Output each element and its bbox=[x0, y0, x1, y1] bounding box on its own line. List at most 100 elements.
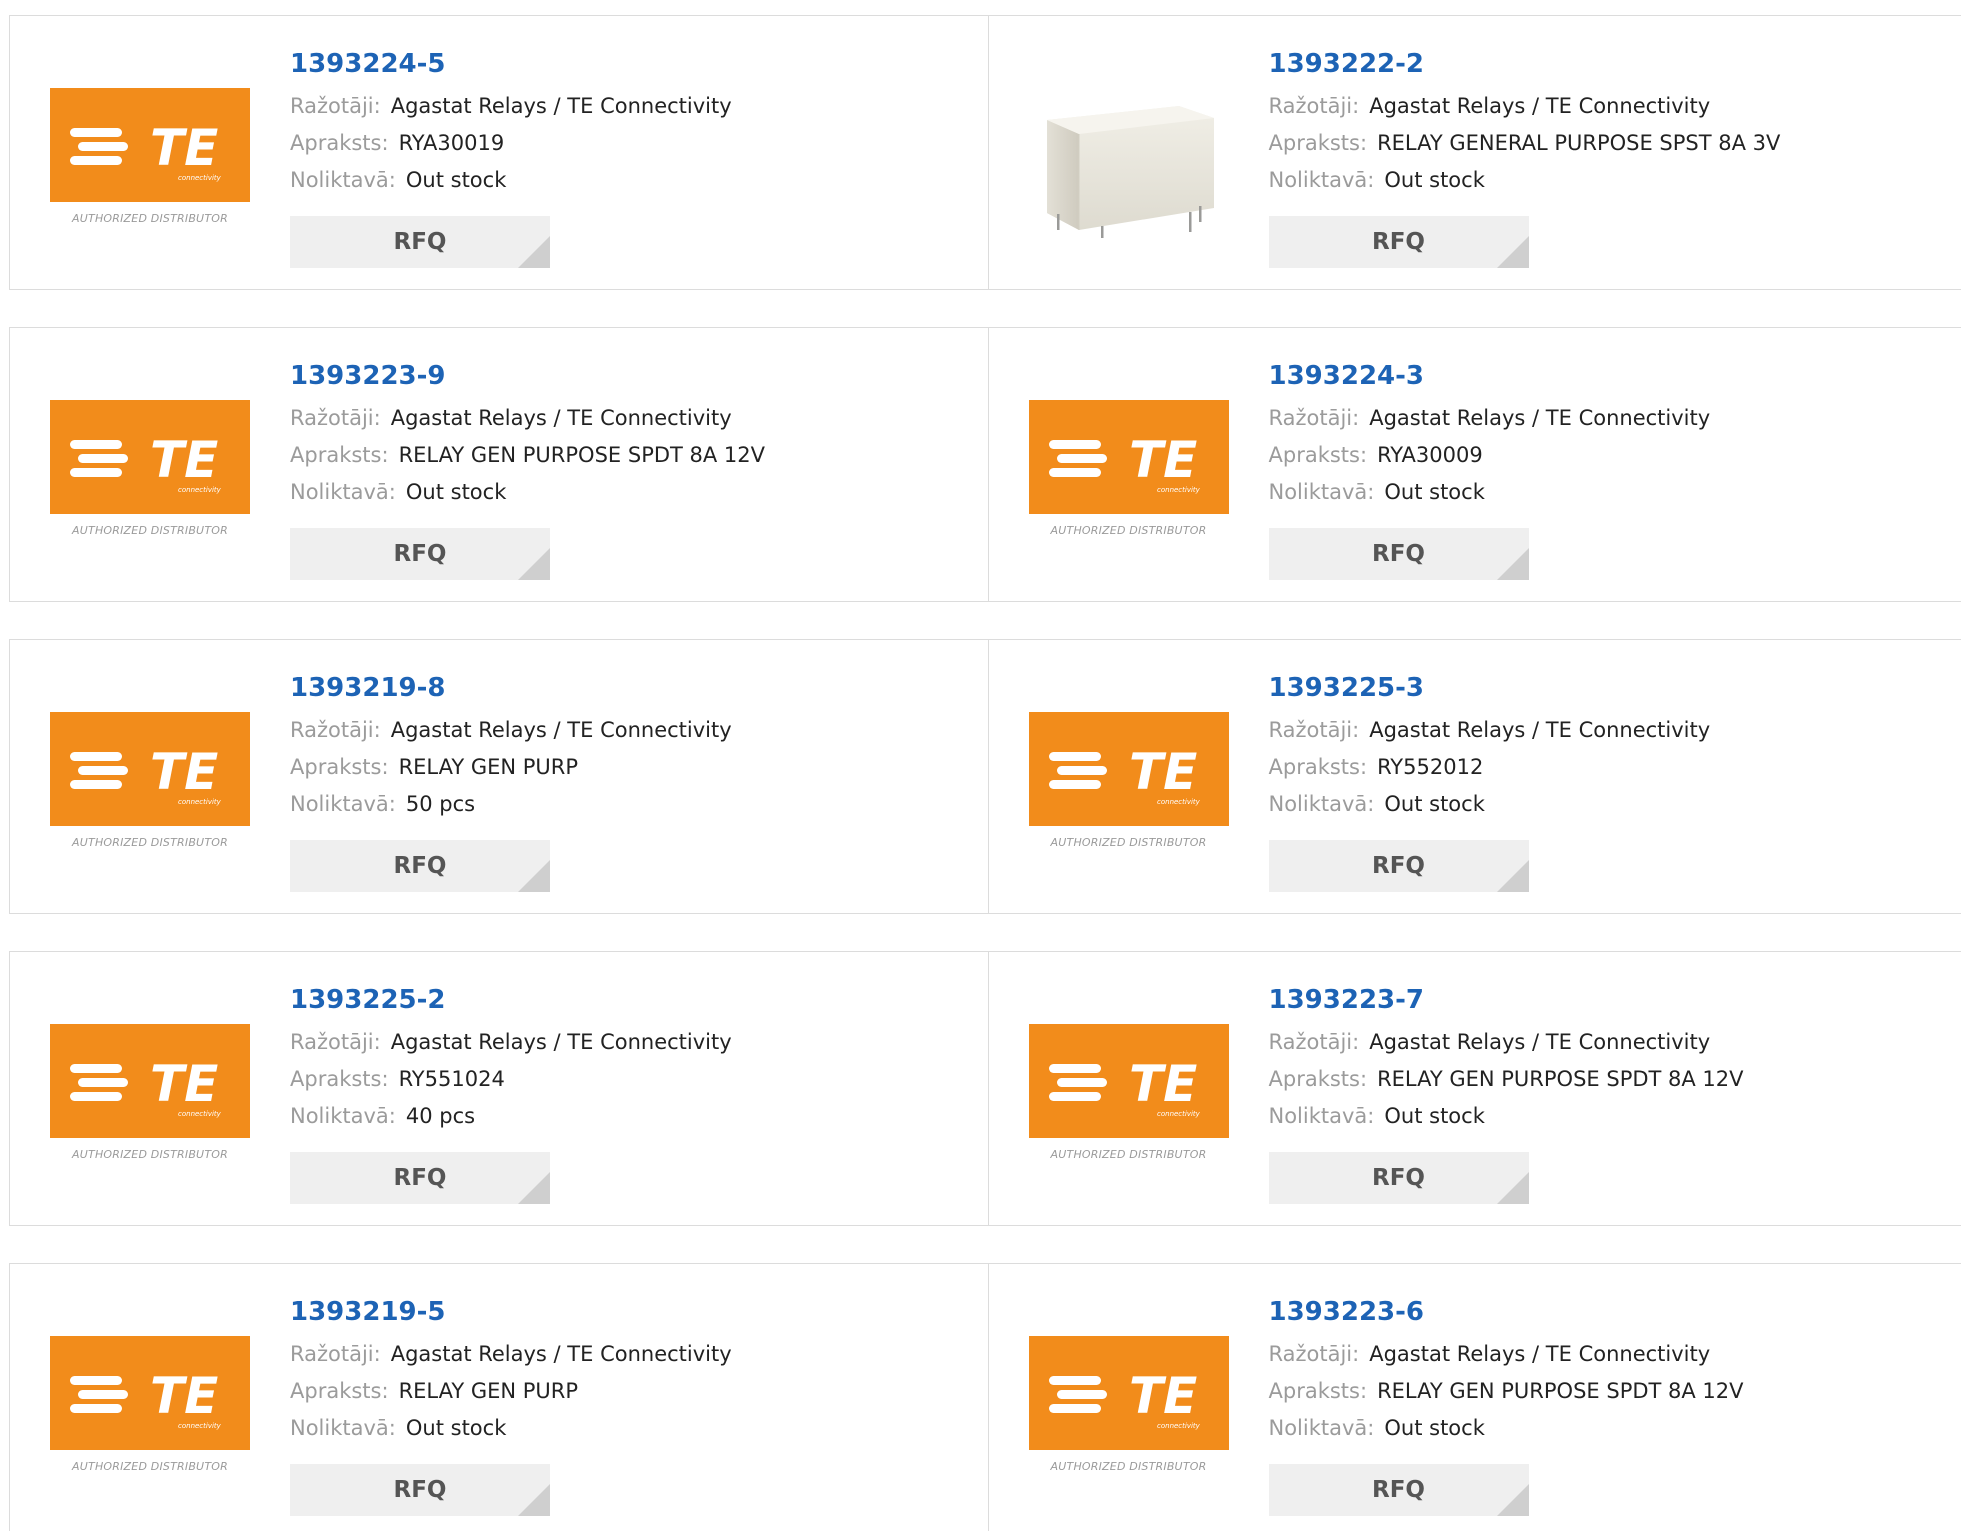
manufacturer-label: Ražotāji: bbox=[290, 1030, 381, 1054]
product-thumbnail[interactable] bbox=[1029, 88, 1229, 240]
product-thumbnail[interactable]: TE connectivity AUTHORIZED DISTRIBUTOR bbox=[50, 400, 250, 550]
product-row: TE connectivity AUTHORIZED DISTRIBUTOR 1… bbox=[9, 951, 1961, 1226]
description-label: Apraksts: bbox=[290, 1379, 389, 1403]
part-number-link[interactable]: 1393225-3 bbox=[1269, 670, 1711, 706]
rfq-button[interactable]: RFQ bbox=[290, 840, 550, 892]
product-thumbnail[interactable]: TE connectivity AUTHORIZED DISTRIBUTOR bbox=[1028, 400, 1229, 550]
part-number-link[interactable]: 1393224-3 bbox=[1269, 358, 1711, 394]
rfq-button-label: RFQ bbox=[393, 1165, 447, 1191]
part-number-link[interactable]: 1393225-2 bbox=[290, 982, 732, 1018]
te-logo-letters: TE bbox=[150, 119, 218, 177]
product-row: TE connectivity AUTHORIZED DISTRIBUTOR 1… bbox=[9, 327, 1961, 602]
description-row: Apraksts: RELAY GENERAL PURPOSE SPST 8A 3… bbox=[1269, 125, 1781, 162]
rfq-button[interactable]: RFQ bbox=[290, 1464, 550, 1516]
product-info: 1393219-5 Ražotāji: Agastat Relays / TE C… bbox=[290, 1294, 732, 1447]
manufacturer-row: Ražotāji: Agastat Relays / TE Connectivit… bbox=[1269, 1336, 1744, 1373]
stock-label: Noliktavā: bbox=[290, 792, 396, 816]
part-number-link[interactable]: 1393222-2 bbox=[1269, 46, 1781, 82]
te-logo-subtext: connectivity bbox=[178, 1110, 222, 1118]
te-logo-badge: TE connectivity bbox=[1028, 1024, 1229, 1138]
description-row: Apraksts: RELAY GEN PURPOSE SPDT 8A 12V bbox=[1269, 1373, 1744, 1410]
rfq-button[interactable]: RFQ bbox=[1268, 1464, 1529, 1516]
product-info: 1393219-8 Ražotāji: Agastat Relays / TE C… bbox=[290, 670, 732, 823]
te-logo-subtext: connectivity bbox=[178, 486, 222, 494]
rfq-button[interactable]: RFQ bbox=[1268, 840, 1529, 892]
rfq-button[interactable]: RFQ bbox=[290, 528, 550, 580]
manufacturer-row: Ražotāji: Agastat Relays / TE Connectivit… bbox=[1269, 1024, 1744, 1061]
rfq-button-label: RFQ bbox=[393, 229, 447, 255]
stock-value: Out stock bbox=[1384, 1104, 1485, 1128]
rfq-button[interactable]: RFQ bbox=[290, 1152, 550, 1204]
product-card: 1393222-2 Ražotāji: Agastat Relays / TE C… bbox=[987, 16, 1961, 289]
description-label: Apraksts: bbox=[1268, 443, 1368, 467]
description-row: Apraksts: RELAY GEN PURP bbox=[290, 1373, 732, 1410]
product-thumbnail[interactable]: TE connectivity AUTHORIZED DISTRIBUTOR bbox=[1028, 1336, 1229, 1486]
manufacturer-label: Ražotāji: bbox=[1268, 718, 1360, 742]
product-thumbnail[interactable]: TE connectivity AUTHORIZED DISTRIBUTOR bbox=[1028, 712, 1229, 862]
product-info: 1393224-5 Ražotāji: Agastat Relays / TE C… bbox=[290, 46, 732, 199]
te-logo-badge: TE connectivity bbox=[1028, 712, 1229, 826]
manufacturer-row: Ražotāji: Agastat Relays / TE Connectivit… bbox=[290, 400, 765, 437]
product-thumbnail[interactable]: TE connectivity AUTHORIZED DISTRIBUTOR bbox=[50, 88, 250, 238]
rfq-button[interactable]: RFQ bbox=[1268, 528, 1529, 580]
corner-fold-icon bbox=[1496, 236, 1529, 268]
part-number-link[interactable]: 1393223-7 bbox=[1269, 982, 1744, 1018]
description-value: RY552012 bbox=[1377, 755, 1484, 779]
manufacturer-label: Ražotāji: bbox=[290, 94, 381, 118]
te-logo-mark-icon: TE connectivity bbox=[70, 431, 222, 494]
product-info: 1393222-2 Ražotāji: Agastat Relays / TE C… bbox=[1269, 46, 1781, 199]
stock-value: Out stock bbox=[1384, 480, 1485, 504]
manufacturer-row: Ražotāji: Agastat Relays / TE Connectivit… bbox=[1269, 712, 1711, 749]
product-thumbnail[interactable]: TE connectivity AUTHORIZED DISTRIBUTOR bbox=[1028, 1024, 1229, 1174]
manufacturer-label: Ražotāji: bbox=[1268, 94, 1360, 118]
part-number-link[interactable]: 1393223-6 bbox=[1269, 1294, 1744, 1330]
authorized-distributor-text: AUTHORIZED DISTRIBUTOR bbox=[72, 1460, 228, 1473]
part-number-link[interactable]: 1393223-9 bbox=[290, 358, 765, 394]
product-thumbnail[interactable]: TE connectivity AUTHORIZED DISTRIBUTOR bbox=[50, 1336, 250, 1486]
stock-label: Noliktavā: bbox=[1268, 792, 1375, 816]
product-thumbnail[interactable]: TE connectivity AUTHORIZED DISTRIBUTOR bbox=[50, 712, 250, 862]
rfq-button-label: RFQ bbox=[393, 853, 447, 879]
product-thumbnail[interactable]: TE connectivity AUTHORIZED DISTRIBUTOR bbox=[50, 1024, 250, 1174]
description-row: Apraksts: RELAY GEN PURP bbox=[290, 749, 732, 786]
manufacturer-row: Ražotāji: Agastat Relays / TE Connectivit… bbox=[290, 1336, 732, 1373]
product-card: TE connectivity AUTHORIZED DISTRIBUTOR 1… bbox=[987, 328, 1961, 601]
te-logo-subtext: connectivity bbox=[178, 798, 222, 806]
part-number-link[interactable]: 1393224-5 bbox=[290, 46, 732, 82]
stock-row: Noliktavā: Out stock bbox=[1269, 786, 1711, 823]
te-logo-badge: TE connectivity bbox=[50, 1336, 250, 1450]
manufacturer-label: Ražotāji: bbox=[1268, 1030, 1360, 1054]
manufacturer-value: Agastat Relays / TE Connectivity bbox=[390, 406, 732, 430]
authorized-distributor-text: AUTHORIZED DISTRIBUTOR bbox=[72, 524, 228, 537]
stock-row: Noliktavā: Out stock bbox=[1269, 474, 1711, 511]
manufacturer-label: Ražotāji: bbox=[290, 406, 381, 430]
te-logo-subtext: connectivity bbox=[1157, 1110, 1201, 1118]
rfq-button[interactable]: RFQ bbox=[1268, 216, 1529, 268]
corner-fold-icon bbox=[1496, 548, 1529, 580]
stock-row: Noliktavā: Out stock bbox=[290, 474, 765, 511]
manufacturer-value: Agastat Relays / TE Connectivity bbox=[1369, 1342, 1711, 1366]
description-label: Apraksts: bbox=[290, 131, 389, 155]
relay-product-image bbox=[1046, 106, 1214, 240]
description-row: Apraksts: RELAY GEN PURPOSE SPDT 8A 12V bbox=[290, 437, 765, 474]
part-number-link[interactable]: 1393219-8 bbox=[290, 670, 732, 706]
te-connectivity-logo: TE connectivity AUTHORIZED DISTRIBUTOR bbox=[1028, 400, 1229, 550]
te-logo-letters: TE bbox=[1129, 431, 1197, 489]
manufacturer-value: Agastat Relays / TE Connectivity bbox=[390, 1030, 732, 1054]
stock-label: Noliktavā: bbox=[1268, 1416, 1375, 1440]
rfq-button-label: RFQ bbox=[1372, 1477, 1425, 1503]
part-number-link[interactable]: 1393219-5 bbox=[290, 1294, 732, 1330]
te-logo-mark-icon: TE connectivity bbox=[1048, 743, 1200, 806]
rfq-button[interactable]: RFQ bbox=[1268, 1152, 1529, 1204]
rfq-button-label: RFQ bbox=[1372, 229, 1425, 255]
te-logo-mark-icon: TE connectivity bbox=[70, 743, 222, 806]
manufacturer-label: Ražotāji: bbox=[1268, 406, 1360, 430]
authorized-distributor-text: AUTHORIZED DISTRIBUTOR bbox=[1050, 1148, 1207, 1161]
manufacturer-value: Agastat Relays / TE Connectivity bbox=[1369, 718, 1711, 742]
manufacturer-value: Agastat Relays / TE Connectivity bbox=[390, 94, 732, 118]
description-value: RELAY GEN PURPOSE SPDT 8A 12V bbox=[1377, 1067, 1744, 1091]
description-label: Apraksts: bbox=[1268, 1067, 1368, 1091]
stock-value: 40 pcs bbox=[405, 1104, 476, 1128]
rfq-button[interactable]: RFQ bbox=[290, 216, 550, 268]
description-label: Apraksts: bbox=[1268, 755, 1368, 779]
